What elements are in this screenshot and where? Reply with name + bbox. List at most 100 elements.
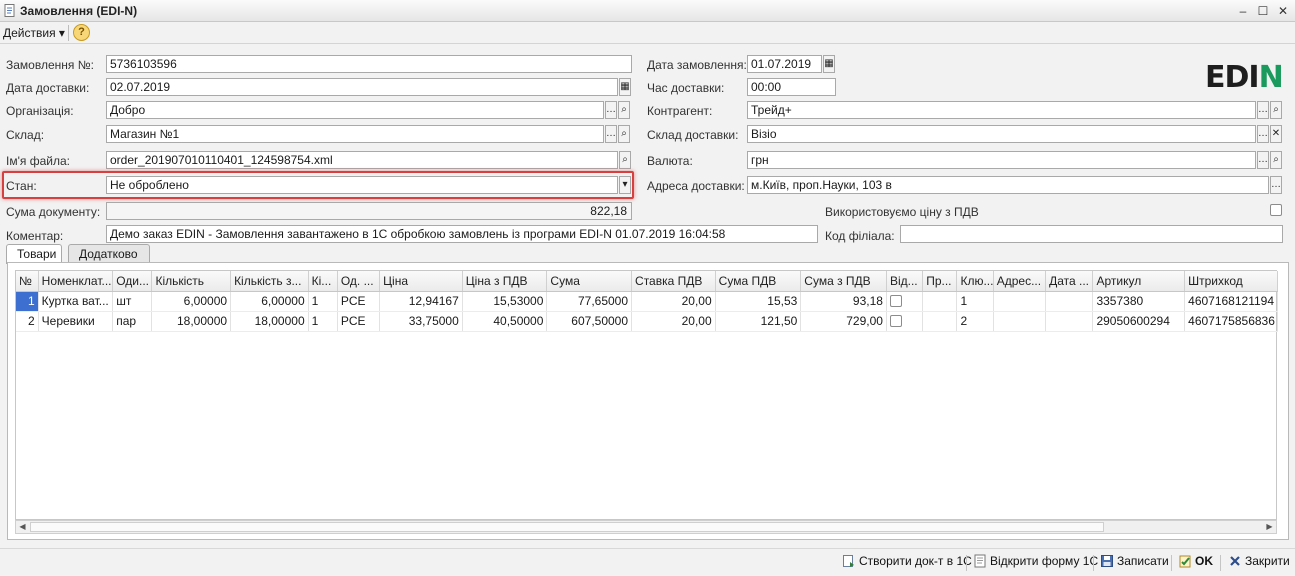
select-ellipsis-icon[interactable]: … bbox=[605, 101, 617, 119]
col-header[interactable]: Ціна з ПДВ bbox=[462, 271, 548, 292]
search-icon[interactable]: ⌕ bbox=[618, 125, 630, 143]
col-header[interactable]: Від... bbox=[886, 271, 924, 292]
save-button[interactable]: Записати bbox=[1100, 554, 1169, 572]
comment-field[interactable]: Демо заказ EDIN - Замовлення завантажено… bbox=[106, 225, 818, 243]
form-icon bbox=[974, 554, 986, 568]
bottom-divider bbox=[966, 555, 967, 571]
cell-pr bbox=[922, 311, 958, 332]
calendar-icon[interactable]: ▦ bbox=[619, 78, 631, 96]
table-row[interactable]: 2 Черевики пар 18,00000 18,00000 1 PCE 3… bbox=[16, 311, 1278, 332]
col-header[interactable]: Штрихкод bbox=[1184, 271, 1278, 292]
order-date-field[interactable]: 01.07.2019 bbox=[747, 55, 822, 73]
tab-additional[interactable]: Додатково bbox=[68, 244, 150, 263]
col-header[interactable]: Клю... bbox=[956, 271, 994, 292]
scroll-right-icon[interactable]: ▶ bbox=[1263, 521, 1276, 533]
order-date-label: Дата замовлення: bbox=[647, 58, 747, 72]
horizontal-scrollbar[interactable]: ◀ ▶ bbox=[15, 520, 1277, 534]
cell-barcode: 4607175856836 bbox=[1184, 311, 1278, 332]
search-icon[interactable]: ⌕ bbox=[619, 151, 631, 169]
col-header[interactable]: Дата ... bbox=[1045, 271, 1094, 292]
order-no-field[interactable]: 5736103596 bbox=[106, 55, 632, 73]
scrollbar-thumb[interactable] bbox=[30, 522, 1104, 532]
cell-k: 1 bbox=[308, 311, 338, 332]
col-header[interactable]: Од. ... bbox=[337, 271, 381, 292]
cell-key: 1 bbox=[956, 291, 994, 312]
table-header: № Номенклат... Оди... Кількість Кількіст… bbox=[16, 271, 1278, 292]
clear-icon[interactable]: ✕ bbox=[1270, 125, 1282, 143]
row-number: 2 bbox=[16, 311, 39, 332]
delivery-date-field[interactable]: 02.07.2019 bbox=[106, 78, 618, 96]
cell-price-vat: 15,53000 bbox=[462, 291, 548, 312]
save-label: Записати bbox=[1117, 554, 1169, 568]
cell-pr bbox=[922, 291, 958, 312]
col-header[interactable]: Артикул bbox=[1092, 271, 1186, 292]
col-header[interactable]: Ціна bbox=[379, 271, 463, 292]
row-checkbox[interactable] bbox=[889, 294, 902, 307]
tab-goods[interactable]: Товари bbox=[6, 244, 62, 264]
toolbar: Действия ▾ ? bbox=[0, 22, 1295, 44]
warehouse-field[interactable]: Магазин №1 bbox=[106, 125, 604, 143]
col-header[interactable]: Сума ПДВ bbox=[715, 271, 802, 292]
close-button[interactable]: Закрити bbox=[1228, 554, 1290, 572]
toolbar-divider bbox=[68, 25, 69, 41]
cell-vat-rate: 20,00 bbox=[631, 291, 716, 312]
cell-article: 29050600294 bbox=[1092, 311, 1186, 332]
org-field[interactable]: Добро bbox=[106, 101, 604, 119]
cell-date bbox=[1045, 311, 1094, 332]
comment-label: Коментар: bbox=[6, 229, 64, 243]
cell-price-vat: 40,50000 bbox=[462, 311, 548, 332]
goods-table[interactable]: № Номенклат... Оди... Кількість Кількіст… bbox=[15, 270, 1278, 520]
select-ellipsis-icon[interactable]: … bbox=[1270, 176, 1282, 194]
edin-logo: EDIN bbox=[1205, 60, 1284, 95]
select-ellipsis-icon[interactable]: … bbox=[605, 125, 617, 143]
cell-qty: 6,00000 bbox=[151, 291, 232, 312]
delivery-time-field[interactable]: 00:00 bbox=[747, 78, 836, 96]
close-window-button[interactable]: ✕ bbox=[1274, 3, 1292, 19]
delivery-wh-field[interactable]: Візіо bbox=[747, 125, 1256, 143]
select-ellipsis-icon[interactable]: … bbox=[1257, 101, 1269, 119]
branch-code-field[interactable] bbox=[900, 225, 1283, 243]
help-icon[interactable]: ? bbox=[73, 24, 90, 41]
col-header[interactable]: Оди... bbox=[112, 271, 153, 292]
col-header[interactable]: Номенклат... bbox=[38, 271, 114, 292]
maximize-button[interactable]: ☐ bbox=[1254, 3, 1272, 19]
col-header[interactable]: Кі... bbox=[308, 271, 338, 292]
select-ellipsis-icon[interactable]: … bbox=[1257, 125, 1269, 143]
col-header[interactable]: Кількість bbox=[151, 271, 232, 292]
create-document-icon bbox=[843, 555, 854, 567]
cell-flag[interactable] bbox=[886, 311, 924, 332]
warehouse-label: Склад: bbox=[6, 128, 45, 142]
state-select[interactable]: Не оброблено bbox=[106, 176, 618, 194]
minimize-button[interactable]: ‒ bbox=[1234, 3, 1252, 19]
calendar-icon[interactable]: ▦ bbox=[823, 55, 835, 73]
col-header[interactable]: Кількість з... bbox=[230, 271, 309, 292]
open-form-button[interactable]: Відкрити форму 1С bbox=[973, 554, 1098, 572]
col-header[interactable]: Пр... bbox=[922, 271, 958, 292]
cell-vat-sum: 15,53 bbox=[715, 291, 802, 312]
search-icon[interactable]: ⌕ bbox=[1270, 151, 1282, 169]
col-header[interactable]: Сума bbox=[546, 271, 633, 292]
branch-code-label: Код філіала: bbox=[825, 229, 895, 243]
actions-menu[interactable]: Действия ▾ bbox=[3, 26, 65, 40]
table-row[interactable]: 1 Куртка ват... шт 6,00000 6,00000 1 PCE… bbox=[16, 291, 1278, 312]
select-ellipsis-icon[interactable]: … bbox=[1257, 151, 1269, 169]
counterparty-field[interactable]: Трейд+ bbox=[747, 101, 1256, 119]
cell-price: 33,75000 bbox=[379, 311, 463, 332]
chevron-down-icon[interactable]: ▾ bbox=[619, 176, 631, 194]
vat-price-checkbox[interactable] bbox=[1270, 204, 1282, 216]
create-doc-button[interactable]: Створити док-т в 1С bbox=[842, 554, 972, 572]
row-checkbox[interactable] bbox=[889, 314, 902, 327]
search-icon[interactable]: ⌕ bbox=[1270, 101, 1282, 119]
search-icon[interactable]: ⌕ bbox=[618, 101, 630, 119]
col-header[interactable]: № bbox=[16, 271, 39, 292]
cell-flag[interactable] bbox=[886, 291, 924, 312]
ok-button[interactable]: OK bbox=[1178, 554, 1213, 572]
scroll-left-icon[interactable]: ◀ bbox=[16, 521, 29, 533]
col-header[interactable]: Сума з ПДВ bbox=[800, 271, 887, 292]
col-header[interactable]: Ставка ПДВ bbox=[631, 271, 716, 292]
currency-field[interactable]: грн bbox=[747, 151, 1256, 169]
filename-field[interactable]: order_201907010110401_124598754.xml bbox=[106, 151, 618, 169]
col-header[interactable]: Адрес... bbox=[993, 271, 1047, 292]
cell-price: 12,94167 bbox=[379, 291, 463, 312]
delivery-addr-field[interactable]: м.Київ, проп.Науки, 103 в bbox=[747, 176, 1269, 194]
